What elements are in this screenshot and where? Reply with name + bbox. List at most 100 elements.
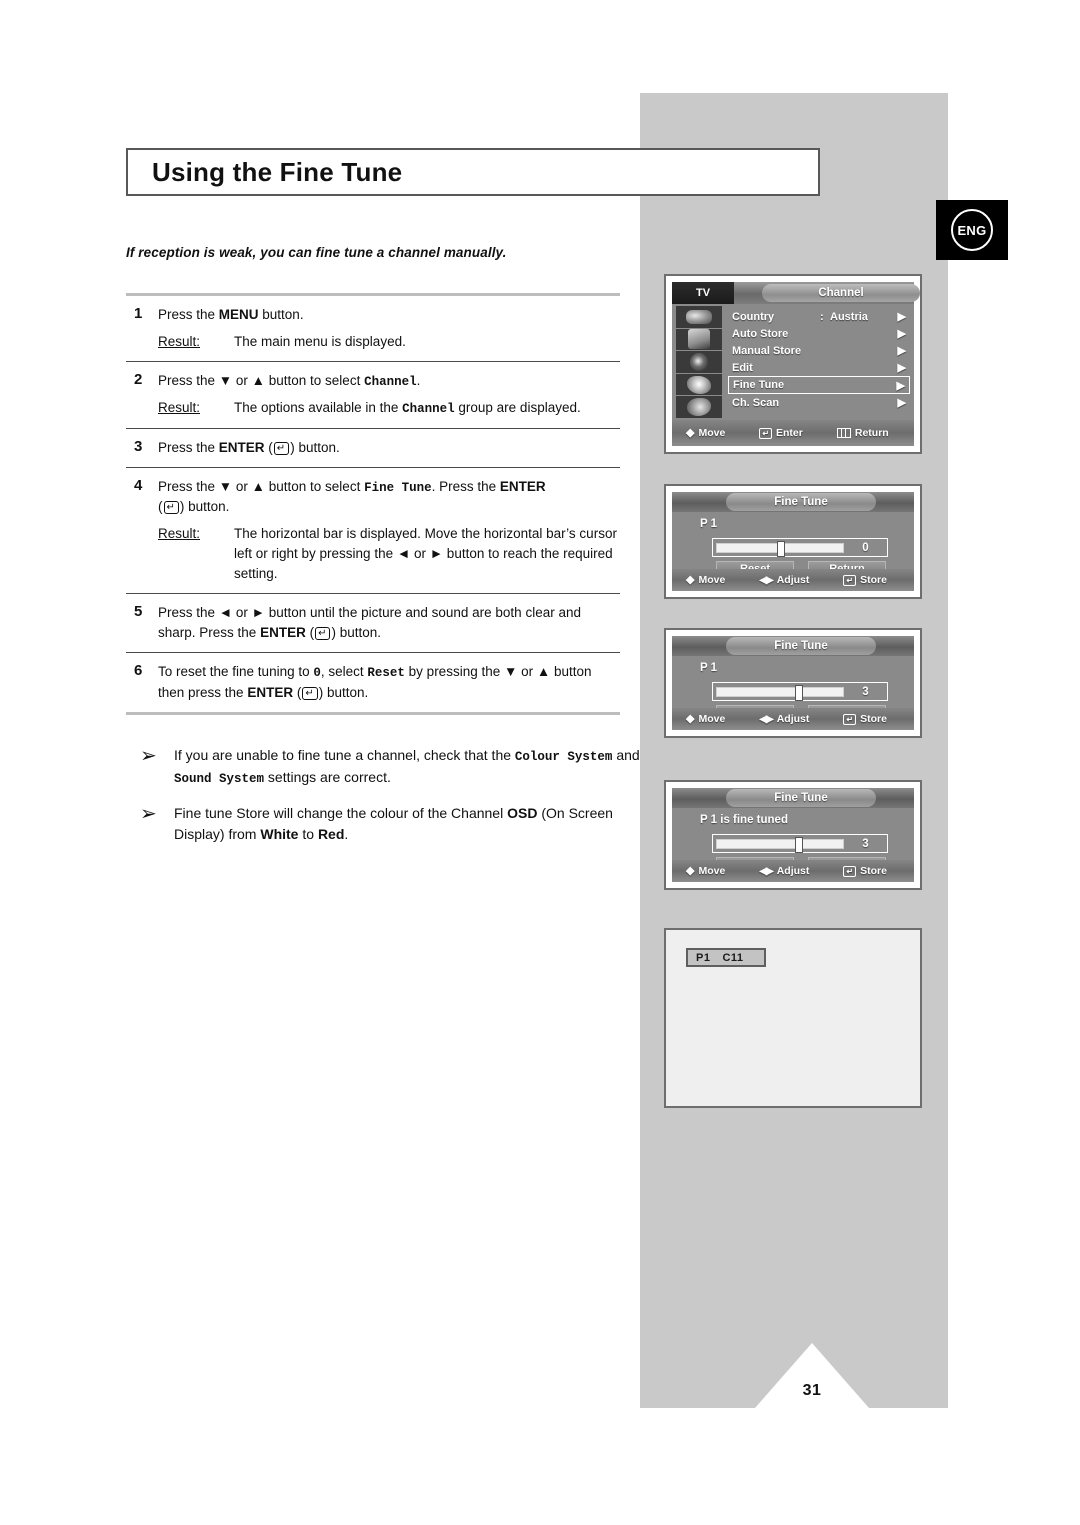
- result-text: The options available in the Channel gro…: [234, 398, 620, 419]
- enter-key-icon: ↵: [759, 427, 773, 439]
- up-down-arrows-icon: ◆: [686, 427, 695, 439]
- osd-inner: Fine Tune P 1 is fine tuned 3 Reset Retu…: [672, 788, 914, 882]
- slider-value: 0: [862, 541, 869, 554]
- footer-adjust-label: Adjust: [776, 865, 810, 877]
- chevron-right-icon: ▶: [897, 362, 906, 374]
- menu-icon-picture[interactable]: [676, 306, 722, 328]
- setup-icon: [687, 398, 711, 417]
- osd-body: P 1 0 Reset Return: [672, 512, 914, 577]
- footer-store-label: Store: [860, 713, 887, 725]
- slider-knob[interactable]: [795, 836, 804, 853]
- step-text-post: button.: [323, 684, 369, 700]
- step-text-post: button.: [258, 307, 304, 322]
- up-down-arrows-icon: ◆: [686, 713, 695, 725]
- fine-tune-slider[interactable]: 3: [712, 834, 888, 853]
- menu-item-manual-store[interactable]: Manual Store ▶: [728, 342, 910, 359]
- slider-track[interactable]: [716, 540, 844, 557]
- sound-icon: [688, 329, 710, 350]
- slider-knob[interactable]: [795, 684, 804, 701]
- osd-header: TV Channel: [672, 282, 920, 304]
- chevron-right-icon: ▶: [897, 311, 906, 323]
- step-text: Press the ▼ or ▲ button to select Fine T…: [158, 477, 620, 584]
- footer-adjust: ◀▶ Adjust: [759, 574, 809, 586]
- enter-key-icon: ↵: [843, 865, 857, 877]
- left-right-arrows-icon: ◀▶: [759, 574, 773, 586]
- result-text: The horizontal bar is displayed. Move th…: [234, 526, 617, 582]
- menu-item-label: Auto Store: [732, 327, 789, 340]
- note-mid2: to: [298, 825, 318, 842]
- slider-knob[interactable]: [777, 540, 786, 557]
- menu-item-edit[interactable]: Edit ▶: [728, 359, 910, 376]
- osd-fine-tune-2: Fine Tune P 1 3 Reset Return ◆ Mov: [664, 628, 922, 738]
- step-token-reset: Reset: [367, 666, 405, 681]
- osd-source-label: TV: [672, 282, 734, 304]
- menu-item-auto-store[interactable]: Auto Store ▶: [728, 325, 910, 342]
- osd-icon-strip: [676, 306, 722, 418]
- slider-track[interactable]: [716, 836, 844, 853]
- enter-key-icon: ↵: [302, 686, 318, 700]
- chevron-right-icon: ▶: [897, 328, 906, 340]
- menu-item-ch-scan[interactable]: Ch. Scan ▶: [728, 394, 910, 411]
- step-number: 2: [134, 370, 143, 388]
- footer-enter-label: Enter: [776, 427, 803, 439]
- osd-fine-tune-1: Fine Tune P 1 0 Reset Return ◆ Mov: [664, 484, 922, 599]
- footer-adjust-label: Adjust: [776, 713, 810, 725]
- language-badge: ENG: [936, 200, 1008, 260]
- feature-icon: [687, 375, 711, 394]
- osd-inner: Fine Tune P 1 0 Reset Return ◆ Mov: [672, 492, 914, 591]
- slider-value: 3: [862, 837, 869, 850]
- osd-header: Fine Tune: [672, 492, 914, 512]
- note-token-red: Red: [317, 825, 345, 842]
- slider-track[interactable]: [716, 684, 844, 701]
- footer-move-label: Move: [698, 865, 726, 877]
- osd-title: Fine Tune: [726, 493, 876, 511]
- osd-header: Fine Tune: [672, 788, 914, 808]
- menu-icon-feature[interactable]: [676, 373, 722, 396]
- fine-tune-slider[interactable]: 3: [712, 682, 888, 701]
- menu-icon-setup[interactable]: [676, 396, 722, 418]
- notes-list: ➢ If you are unable to fine tune a chann…: [140, 745, 640, 859]
- menu-item-country[interactable]: Country : Austria ▶: [728, 308, 910, 325]
- step-number: 4: [134, 476, 143, 494]
- page-title: Using the Fine Tune: [152, 156, 403, 187]
- osd-footer: ◆ Move ↵ Enter Return: [672, 420, 914, 446]
- chevron-right-icon: ▶: [896, 379, 905, 392]
- tv-screen-inner: P1 C11: [670, 934, 916, 1102]
- menu-icon-channel[interactable]: [676, 351, 722, 373]
- step-text-post: button.: [335, 625, 382, 641]
- step-text: To reset the fine tuning to 0, select Re…: [158, 664, 592, 700]
- page-number: 31: [802, 1382, 822, 1399]
- menu-item-label: Country: [732, 310, 775, 323]
- enter-key-icon: ↵: [843, 574, 857, 586]
- osd-channel-inner: TV Channel Country : Austria ▶ Auto Stor…: [672, 282, 920, 446]
- fine-tune-slider[interactable]: 0: [712, 538, 888, 557]
- step-item: 3 Press the ENTER (↵) button.: [126, 429, 620, 467]
- chevron-right-icon: ▶: [897, 345, 906, 357]
- step-text-post: .: [416, 372, 421, 388]
- left-right-arrows-icon: ◀▶: [759, 713, 773, 725]
- footer-adjust-label: Adjust: [776, 574, 810, 586]
- footer-return: Return: [836, 427, 889, 439]
- menu-item-label: Edit: [732, 361, 753, 374]
- menu-key-icon: [836, 428, 851, 438]
- note-item: ➢ If you are unable to fine tune a chann…: [140, 745, 640, 789]
- left-right-arrows-icon: ◀▶: [759, 865, 773, 877]
- menu-item-label: Manual Store: [732, 344, 802, 357]
- footer-return-label: Return: [854, 427, 889, 439]
- note-post: .: [344, 825, 349, 842]
- step-text-mid: . Press the: [431, 478, 500, 494]
- step-text-pre: Press the: [158, 307, 219, 322]
- note-pre: Fine tune Store will change the colour o…: [174, 804, 508, 821]
- note-text: Fine tune Store will change the colour o…: [174, 803, 640, 845]
- step-text-post: button.: [184, 499, 230, 515]
- menu-item-fine-tune[interactable]: Fine Tune ▶: [728, 376, 910, 394]
- picture-icon: [686, 309, 712, 324]
- result-pre: The options available in the: [234, 400, 403, 416]
- step-item: 1 Press the MENU button. Result: The mai…: [126, 296, 620, 361]
- footer-store-label: Store: [860, 574, 887, 586]
- note-text: If you are unable to fine tune a channel…: [174, 745, 640, 789]
- steps-list: 1 Press the MENU button. Result: The mai…: [126, 293, 620, 715]
- osd-header: Fine Tune: [672, 636, 914, 656]
- menu-icon-sound[interactable]: [676, 328, 722, 351]
- result-label: Result:: [158, 400, 201, 416]
